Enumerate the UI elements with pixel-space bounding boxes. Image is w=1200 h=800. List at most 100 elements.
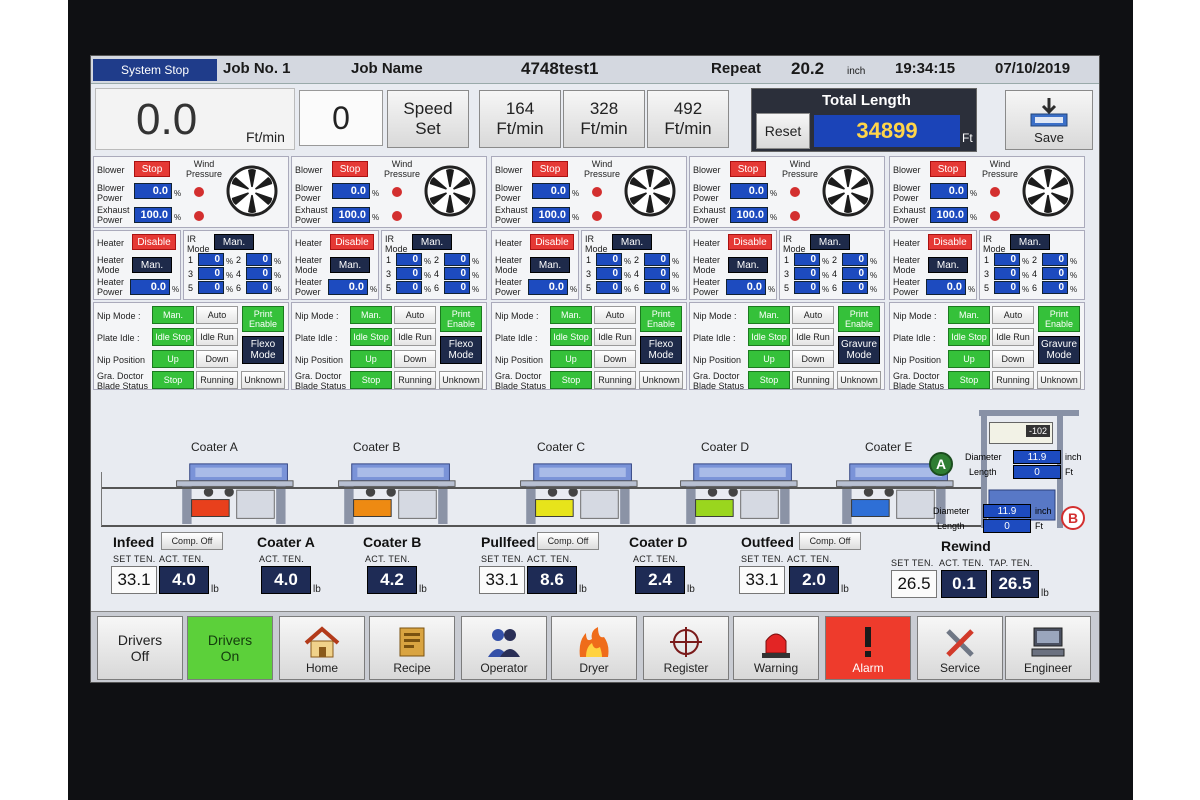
ir-zone-value[interactable]: 0 bbox=[994, 253, 1020, 266]
heater-power-value[interactable]: 0.0 bbox=[328, 279, 368, 295]
blower-state[interactable]: Stop bbox=[930, 161, 966, 177]
register-button[interactable]: Register bbox=[643, 616, 729, 680]
exhaust-power-value[interactable]: 100.0 bbox=[532, 207, 570, 223]
service-button[interactable]: Service bbox=[917, 616, 1003, 680]
heater-power-value[interactable]: 0.0 bbox=[528, 279, 568, 295]
heater-mode-value[interactable]: Man. bbox=[530, 257, 570, 273]
plate-idle-stop-button[interactable]: Idle Stop bbox=[152, 328, 194, 346]
job-name[interactable]: 4748test1 bbox=[521, 59, 599, 79]
ir-zone-value[interactable]: 0 bbox=[596, 281, 622, 294]
print-enable-button[interactable]: Print Enable bbox=[640, 306, 682, 332]
nip-up-button[interactable]: Up bbox=[748, 350, 790, 368]
nip-up-button[interactable]: Up bbox=[152, 350, 194, 368]
speed-preset-1-button[interactable]: 164 Ft/min bbox=[479, 90, 561, 148]
operator-button[interactable]: Operator bbox=[461, 616, 547, 680]
blower-power-value[interactable]: 0.0 bbox=[930, 183, 968, 199]
ir-zone-value[interactable]: 0 bbox=[994, 267, 1020, 280]
print-mode-button[interactable]: Flexo Mode bbox=[640, 336, 682, 364]
blower-power-value[interactable]: 0.0 bbox=[134, 183, 172, 199]
ir-zone-value[interactable]: 0 bbox=[246, 281, 272, 294]
ir-zone-value[interactable]: 0 bbox=[994, 281, 1020, 294]
exhaust-power-value[interactable]: 100.0 bbox=[930, 207, 968, 223]
plate-idle-stop-button[interactable]: Idle Stop bbox=[550, 328, 592, 346]
ir-zone-value[interactable]: 0 bbox=[396, 281, 422, 294]
nip-mode-man-button[interactable]: Man. bbox=[748, 306, 790, 324]
ir-zone-value[interactable]: 0 bbox=[198, 253, 224, 266]
blower-power-value[interactable]: 0.0 bbox=[730, 183, 768, 199]
save-button[interactable]: Save bbox=[1005, 90, 1093, 150]
infeed-comp-off-button[interactable]: Comp. Off bbox=[161, 532, 223, 550]
heater-mode-value[interactable]: Man. bbox=[330, 257, 370, 273]
print-enable-button[interactable]: Print Enable bbox=[440, 306, 482, 332]
dryer-button[interactable]: Dryer bbox=[551, 616, 637, 680]
heater-state[interactable]: Disable bbox=[132, 234, 176, 250]
heater-state[interactable]: Disable bbox=[928, 234, 972, 250]
nip-mode-man-button[interactable]: Man. bbox=[948, 306, 990, 324]
ir-zone-value[interactable]: 0 bbox=[396, 253, 422, 266]
engineer-button[interactable]: Engineer bbox=[1005, 616, 1091, 680]
rewind-tap-value[interactable]: 26.5 bbox=[991, 570, 1039, 598]
nip-up-button[interactable]: Up bbox=[948, 350, 990, 368]
ir-zone-value[interactable]: 0 bbox=[794, 267, 820, 280]
heater-power-value[interactable]: 0.0 bbox=[926, 279, 966, 295]
rewind-set-value[interactable]: 26.5 bbox=[891, 570, 937, 598]
nip-mode-man-button[interactable]: Man. bbox=[350, 306, 392, 324]
nip-down-button[interactable]: Down bbox=[196, 350, 238, 368]
ir-zone-value[interactable]: 0 bbox=[1042, 281, 1068, 294]
ir-zone-value[interactable]: 0 bbox=[644, 281, 670, 294]
heater-power-value[interactable]: 0.0 bbox=[726, 279, 766, 295]
warning-button[interactable]: Warning bbox=[733, 616, 819, 680]
nip-mode-auto-button[interactable]: Auto bbox=[792, 306, 834, 324]
drivers-on-button[interactable]: Drivers On bbox=[187, 616, 273, 680]
infeed-set-value[interactable]: 33.1 bbox=[111, 566, 157, 594]
print-mode-button[interactable]: Gravure Mode bbox=[1038, 336, 1080, 364]
ir-zone-value[interactable]: 0 bbox=[444, 253, 470, 266]
ir-zone-value[interactable]: 0 bbox=[596, 253, 622, 266]
ir-zone-value[interactable]: 0 bbox=[596, 267, 622, 280]
print-mode-button[interactable]: Gravure Mode bbox=[838, 336, 880, 364]
speed-setpoint-input[interactable]: 0 bbox=[299, 90, 383, 146]
ir-zone-value[interactable]: 0 bbox=[198, 281, 224, 294]
ir-zone-value[interactable]: 0 bbox=[794, 281, 820, 294]
nip-mode-auto-button[interactable]: Auto bbox=[992, 306, 1034, 324]
exhaust-power-value[interactable]: 100.0 bbox=[134, 207, 172, 223]
print-mode-button[interactable]: Flexo Mode bbox=[242, 336, 284, 364]
blower-power-value[interactable]: 0.0 bbox=[532, 183, 570, 199]
heater-state[interactable]: Disable bbox=[530, 234, 574, 250]
nip-up-button[interactable]: Up bbox=[350, 350, 392, 368]
heater-state[interactable]: Disable bbox=[330, 234, 374, 250]
nip-mode-man-button[interactable]: Man. bbox=[152, 306, 194, 324]
plate-idle-run-button[interactable]: Idle Run bbox=[196, 328, 238, 346]
ir-zone-value[interactable]: 0 bbox=[1042, 267, 1068, 280]
pullfeed-comp-off-button[interactable]: Comp. Off bbox=[537, 532, 599, 550]
nip-down-button[interactable]: Down bbox=[394, 350, 436, 368]
ir-zone-value[interactable]: 0 bbox=[396, 267, 422, 280]
plate-idle-stop-button[interactable]: Idle Stop bbox=[350, 328, 392, 346]
recipe-button[interactable]: Recipe bbox=[369, 616, 455, 680]
reset-button[interactable]: Reset bbox=[756, 113, 810, 149]
ir-zone-value[interactable]: 0 bbox=[794, 253, 820, 266]
ir-mode-value[interactable]: Man. bbox=[214, 234, 254, 250]
speed-preset-2-button[interactable]: 328 Ft/min bbox=[563, 90, 645, 148]
speed-set-button[interactable]: Speed Set bbox=[387, 90, 469, 148]
plate-idle-stop-button[interactable]: Idle Stop bbox=[748, 328, 790, 346]
nip-up-button[interactable]: Up bbox=[550, 350, 592, 368]
heater-mode-value[interactable]: Man. bbox=[928, 257, 968, 273]
ir-zone-value[interactable]: 0 bbox=[246, 267, 272, 280]
ir-zone-value[interactable]: 0 bbox=[198, 267, 224, 280]
heater-power-value[interactable]: 0.0 bbox=[130, 279, 170, 295]
nip-down-button[interactable]: Down bbox=[594, 350, 636, 368]
nip-mode-auto-button[interactable]: Auto bbox=[196, 306, 238, 324]
blower-state[interactable]: Stop bbox=[532, 161, 568, 177]
heater-state[interactable]: Disable bbox=[728, 234, 772, 250]
ir-mode-value[interactable]: Man. bbox=[1010, 234, 1050, 250]
ir-mode-value[interactable]: Man. bbox=[810, 234, 850, 250]
print-enable-button[interactable]: Print Enable bbox=[838, 306, 880, 332]
heater-mode-value[interactable]: Man. bbox=[728, 257, 768, 273]
nip-mode-man-button[interactable]: Man. bbox=[550, 306, 592, 324]
print-enable-button[interactable]: Print Enable bbox=[242, 306, 284, 332]
pullfeed-set-value[interactable]: 33.1 bbox=[479, 566, 525, 594]
ir-zone-value[interactable]: 0 bbox=[644, 253, 670, 266]
blower-state[interactable]: Stop bbox=[730, 161, 766, 177]
ir-zone-value[interactable]: 0 bbox=[444, 281, 470, 294]
